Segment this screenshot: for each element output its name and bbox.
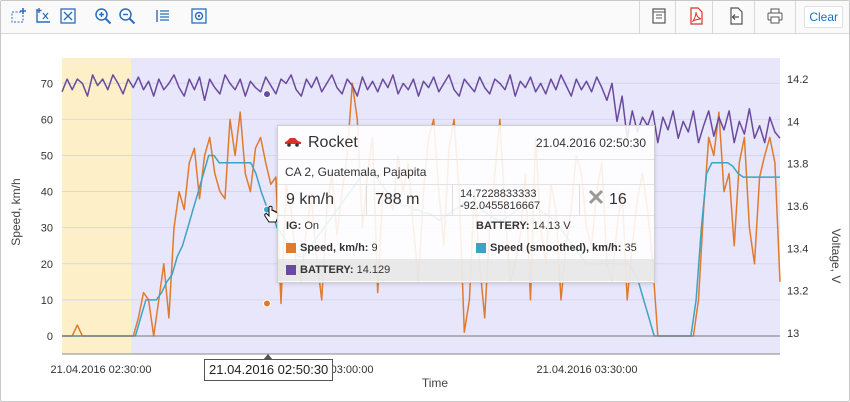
tooltip-satellites: 16	[609, 190, 627, 208]
tooltip-address-row: CA 2, Guatemala, Pajapita	[278, 159, 654, 185]
pdf-icon[interactable]	[685, 5, 707, 27]
tooltip-series-row-1: Speed, km/h: 9 Speed (smoothed), km/h: 3…	[278, 237, 654, 259]
tooltip-speed: 9 km/h	[286, 190, 335, 208]
export-icon[interactable]	[725, 5, 747, 27]
x-tick-label: 21.04.2016 02:30:00	[51, 364, 152, 376]
battery-marker	[263, 90, 271, 99]
toolbar: Clear	[1, 1, 849, 34]
ig-label: IG:	[286, 220, 302, 232]
tooltip-altitude: 788 m	[375, 190, 420, 208]
tooltip-header: Rocket 21.04.2016 02:50:30	[278, 126, 654, 160]
y2-tick-label: 13.6	[787, 201, 808, 213]
tooltip-latitude: 14.7228833333	[460, 187, 537, 200]
y2-tick-label: 13	[787, 328, 799, 340]
tooltip-series-row-2: BATTERY: 14.129	[278, 259, 654, 281]
toolbar-divider	[712, 1, 713, 33]
y2-tick-label: 13.2	[787, 286, 808, 298]
legend-list-icon[interactable]	[152, 5, 174, 27]
speed-series-value: 9	[371, 242, 378, 254]
speed-series-label: Speed, km/h:	[300, 242, 369, 254]
clear-button[interactable]: Clear	[804, 6, 843, 28]
smoothed-swatch	[476, 243, 486, 253]
smoothed-series-label: Speed (smoothed), km/h:	[490, 242, 622, 254]
tooltip-datetime: 21.04.2016 02:50:30	[535, 135, 646, 150]
data-tooltip: Rocket 21.04.2016 02:50:30 CA 2, Guatema…	[277, 125, 655, 283]
chart-widget: Clear 0 10 20 30 40 50 60 70 13 13.2 13.4 13.6 13.8…	[0, 0, 850, 402]
x-axis-title: Time	[422, 376, 449, 390]
y-tick-label: 50	[41, 150, 53, 162]
speed-swatch	[286, 243, 296, 253]
y-tick-label: 30	[41, 223, 53, 235]
y-tick-label: 10	[41, 295, 53, 307]
tooltip-sensor-row: IG: On BATTERY: 14.13 V	[278, 215, 654, 237]
battery-value: 14.13 V	[532, 220, 571, 232]
document-icon[interactable]	[648, 5, 670, 27]
zoom-out-icon[interactable]	[116, 5, 138, 27]
day-band	[62, 58, 131, 354]
vehicle-name: Rocket	[308, 133, 358, 151]
x-tick-label: 21.04.2016 03:30:00	[537, 364, 638, 376]
y-tick-label: 60	[41, 114, 53, 126]
toolbar-divider	[754, 1, 755, 33]
satellite-icon	[588, 189, 604, 210]
zoom-in-icon[interactable]	[92, 5, 114, 27]
y2-tick-label: 14.2	[787, 74, 808, 86]
tooltip-address: CA 2, Guatemala, Pajapita	[285, 164, 427, 179]
y-tick-label: 20	[41, 259, 53, 271]
y2-tick-label: 13.4	[787, 243, 808, 255]
speed-marker	[263, 299, 271, 308]
battery-label: BATTERY:	[476, 220, 530, 232]
y-axis-title: Speed, km/h	[9, 178, 23, 245]
battery-swatch	[286, 265, 296, 275]
snapshot-icon[interactable]	[188, 5, 210, 27]
battery-series-value: 14.129	[356, 264, 391, 276]
ig-value: On	[304, 220, 320, 232]
y2-tick-label: 13.8	[787, 159, 808, 171]
zoom-fit-icon[interactable]	[57, 5, 79, 27]
smoothed-series-value: 35	[624, 242, 637, 254]
car-icon	[284, 136, 302, 150]
toolbar-divider	[795, 1, 796, 33]
y-tick-label: 40	[41, 187, 53, 199]
tooltip-metrics-row: 9 km/h 788 m 14.7228833333 -92.045581666…	[278, 184, 654, 216]
y-tick-label: 0	[47, 331, 53, 343]
select-zoom-icon[interactable]	[8, 5, 30, 27]
tooltip-longitude: -92.0455816667	[460, 199, 541, 212]
toolbar-divider	[675, 1, 676, 33]
crosshair-x-label: 21.04.2016 02:50:30	[204, 354, 334, 381]
toolbar-divider	[639, 1, 640, 33]
zoom-x-icon[interactable]	[32, 5, 54, 27]
y2-tick-label: 14	[787, 116, 799, 128]
battery-series-label: BATTERY:	[300, 264, 354, 276]
print-icon[interactable]	[764, 5, 786, 27]
y-tick-label: 70	[41, 78, 53, 90]
y2-axis-title: Voltage, V	[829, 229, 843, 284]
